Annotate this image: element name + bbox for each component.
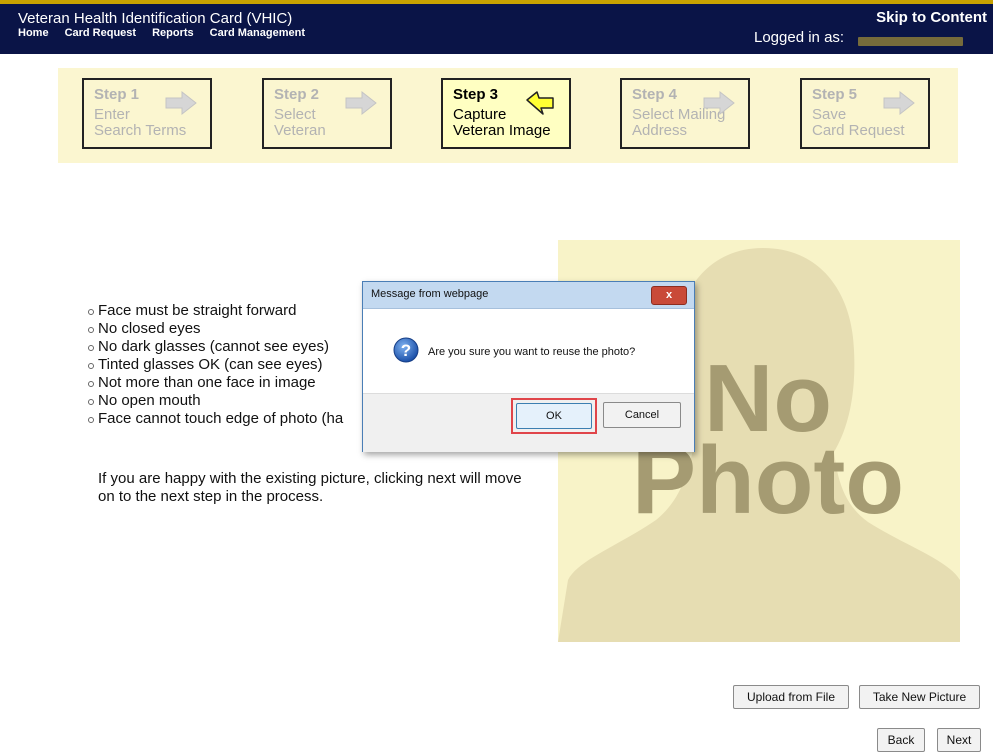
arrow-right-icon (883, 90, 915, 116)
arrow-down-right-icon (526, 91, 554, 115)
step-progress-bar: Step 1 Enter Search Terms Step 2 Select … (58, 68, 958, 163)
ok-button[interactable]: OK (516, 403, 592, 429)
nav-card-management[interactable]: Card Management (210, 27, 305, 39)
confirm-dialog: Message from webpage x ? Are you sure yo… (362, 281, 695, 452)
next-button[interactable]: Next (937, 728, 981, 752)
dialog-close-button[interactable]: x (651, 286, 687, 305)
rule-item: No closed eyes (88, 320, 343, 338)
rule-item: Face must be straight forward (88, 302, 343, 320)
close-icon: x (665, 289, 673, 301)
arrow-right-icon (703, 90, 735, 116)
app-title: Veteran Health Identification Card (VHIC… (18, 10, 293, 27)
back-button[interactable]: Back (877, 728, 925, 752)
logged-in-label: Logged in as: (754, 29, 845, 46)
step-1: Step 1 Enter Search Terms (82, 78, 212, 149)
svg-text:?: ? (401, 341, 411, 360)
dialog-title-bar[interactable]: Message from webpage x (363, 282, 694, 309)
dialog-title: Message from webpage (371, 288, 489, 300)
nav-home[interactable]: Home (18, 27, 49, 39)
rule-item: Not more than one face in image (88, 374, 343, 392)
nav-card-request[interactable]: Card Request (65, 27, 137, 39)
cancel-button[interactable]: Cancel (603, 402, 681, 428)
dialog-message: Are you sure you want to reuse the photo… (428, 346, 636, 358)
logged-in-user-redacted (858, 37, 963, 46)
dialog-body: ? Are you sure you want to reuse the pho… (363, 309, 694, 393)
rule-item: No open mouth (88, 392, 343, 410)
take-new-picture-button[interactable]: Take New Picture (859, 685, 980, 709)
skip-to-content-link[interactable]: Skip to Content (876, 9, 987, 26)
step-4: Step 4 Select Mailing Address (620, 78, 750, 149)
arrow-right-icon (345, 90, 377, 116)
rule-item: No dark glasses (cannot see eyes) (88, 338, 343, 356)
step-2: Step 2 Select Veteran (262, 78, 392, 149)
instruction-note: If you are happy with the existing pictu… (98, 470, 522, 505)
upload-from-file-button[interactable]: Upload from File (733, 685, 849, 709)
question-icon: ? (393, 337, 419, 363)
arrow-right-icon (165, 90, 197, 116)
ok-button-highlight: OK (511, 398, 597, 434)
rule-item: Face cannot touch edge of photo (ha (88, 410, 343, 428)
photo-rules-list: Face must be straight forward No closed … (88, 302, 343, 428)
main-nav: Home Card Request Reports Card Managemen… (18, 27, 305, 39)
nav-reports[interactable]: Reports (152, 27, 194, 39)
step-3: Step 3 Capture Veteran Image (441, 78, 571, 149)
app-header: Veteran Health Identification Card (VHIC… (0, 0, 993, 54)
no-photo-line-2: Photo (632, 427, 904, 534)
rule-item: Tinted glasses OK (can see eyes) (88, 356, 343, 374)
step-5: Step 5 Save Card Request (800, 78, 930, 149)
